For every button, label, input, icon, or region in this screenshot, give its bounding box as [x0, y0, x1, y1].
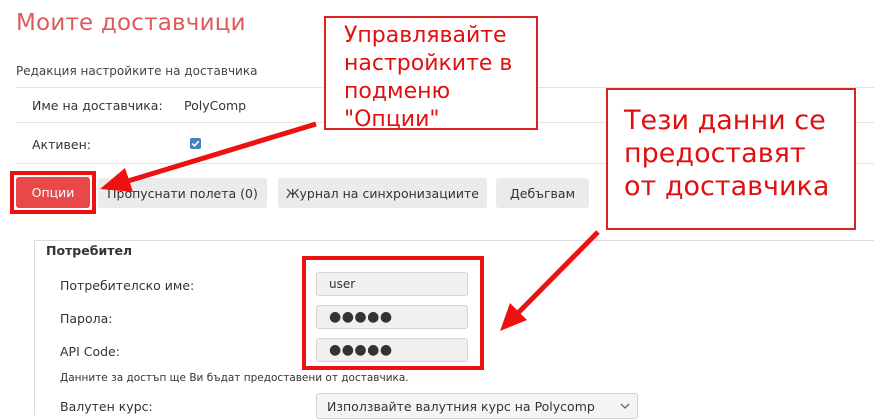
- callout-line: настройките в: [344, 51, 513, 76]
- currency-select[interactable]: Използвайте валутния курс на Polycomp: [316, 393, 638, 419]
- api-code-label: API Code:: [60, 344, 120, 359]
- chevron-down-icon: [620, 403, 630, 409]
- data-source-callout: Тези данни се предоставят от доставчика: [606, 88, 856, 230]
- sync-log-button[interactable]: Журнал на синхронизациите: [278, 178, 487, 208]
- callout-line: предоставят: [624, 138, 806, 169]
- credentials-note: Данните за достъп ще Ви бъдат предоставе…: [60, 372, 409, 384]
- skipped-fields-button[interactable]: Пропуснати полета (0): [98, 178, 267, 208]
- currency-select-value: Използвайте валутния курс на Polycomp: [327, 398, 595, 414]
- checkmark-icon: [191, 140, 200, 147]
- active-label: Активен:: [32, 137, 91, 152]
- active-checkbox[interactable]: [190, 138, 201, 149]
- credentials-highlight-box: [302, 256, 484, 370]
- currency-label: Валутен курс:: [60, 399, 153, 414]
- options-button[interactable]: Опции: [16, 177, 90, 208]
- callout-line: подменю: [344, 79, 451, 104]
- user-fieldset-legend: Потребител: [42, 243, 137, 258]
- supplier-name-value: PolyComp: [184, 98, 247, 113]
- callout-line: Управлявайте: [344, 23, 507, 48]
- page-title: Моите доставчици: [16, 10, 246, 36]
- username-label: Потребителско име:: [60, 278, 195, 293]
- debug-button[interactable]: Дебъгвам: [496, 178, 589, 208]
- section-subtitle: Редакция настройките на доставчика: [16, 64, 258, 78]
- callout-line: от доставчика: [624, 171, 830, 202]
- password-label: Парола:: [60, 311, 113, 326]
- supplier-name-label: Име на доставчика:: [32, 98, 163, 113]
- callout-line: Тези данни се: [624, 105, 826, 136]
- callout-line: "Опции": [344, 107, 440, 132]
- options-callout: Управлявайте настройките в подменю "Опци…: [324, 16, 538, 132]
